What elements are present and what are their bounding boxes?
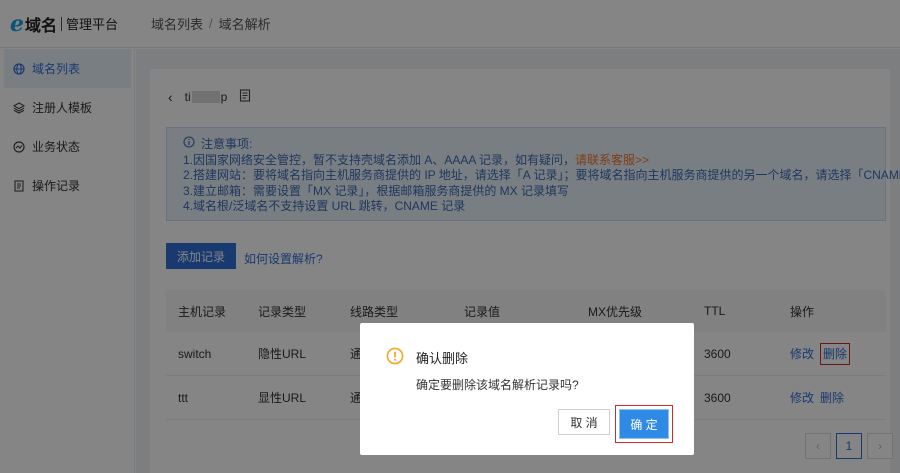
confirm-delete-dialog: 确认删除 确定要删除该域名解析记录吗? 取 消 确 定 bbox=[360, 323, 694, 455]
dialog-title: 确认删除 bbox=[386, 347, 468, 368]
cancel-button[interactable]: 取 消 bbox=[558, 409, 610, 435]
dialog-message: 确定要删除该域名解析记录吗? bbox=[416, 378, 579, 392]
warning-icon bbox=[386, 347, 404, 368]
confirm-button[interactable]: 确 定 bbox=[619, 409, 669, 439]
confirm-button-highlight: 确 定 bbox=[615, 405, 673, 443]
dialog-title-text: 确认删除 bbox=[416, 351, 469, 366]
